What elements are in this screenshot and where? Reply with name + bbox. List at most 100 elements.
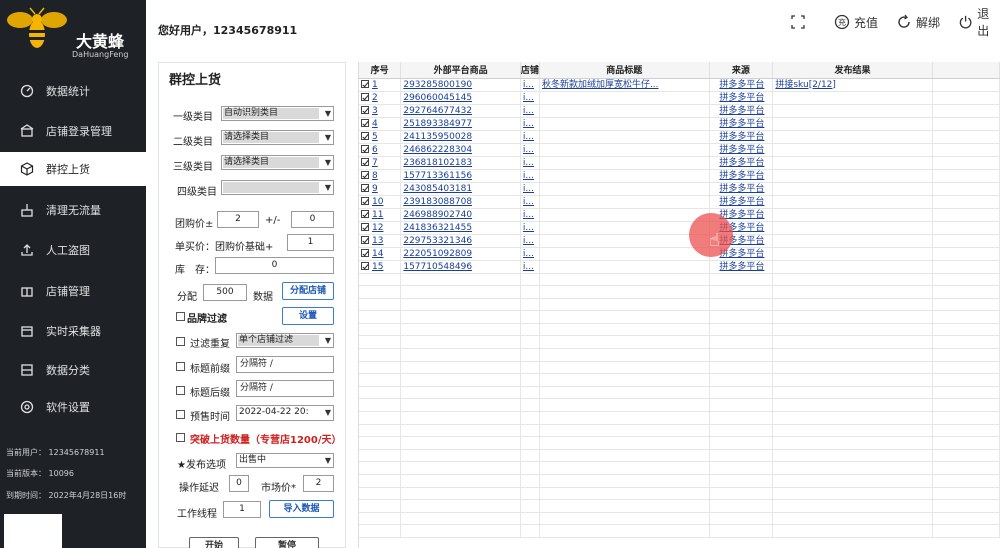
title-prefix-input[interactable]: 分隔符 / (236, 356, 334, 373)
row-select-cell[interactable]: 6 (359, 143, 402, 157)
row-checkbox[interactable] (361, 145, 369, 153)
unbind-button[interactable]: 解绑 (896, 12, 940, 32)
row-checkbox[interactable] (361, 184, 369, 192)
brand-filter-checkbox[interactable] (176, 312, 185, 321)
sidebar-item-group-upload[interactable]: 群控上货 (0, 152, 146, 186)
title-suffix-input[interactable]: 分隔符 / (236, 380, 334, 397)
col-header-result[interactable]: 发布结果 (772, 62, 933, 79)
row-select-cell[interactable]: 11 (359, 208, 402, 222)
upload-settings-panel: 群控上货 一级类目 自动识别类目 ▼ 二级类目 请选择类目 ▼ 三级类目 请选择类目… (158, 62, 346, 548)
table-row[interactable]: 15 157710548496 i... 拼多多平台 (359, 260, 1000, 274)
allot-store-button[interactable]: 分配店铺 (282, 282, 334, 300)
row-checkbox[interactable] (361, 197, 369, 205)
single-price-label: 单买价：团购价基础+ (175, 242, 274, 253)
dedup-select[interactable]: 单个店铺过滤 ▼ (236, 333, 334, 348)
empty-cell (709, 474, 774, 488)
dedup-checkbox[interactable] (176, 337, 185, 346)
sidebar-item-data-category[interactable]: 数据分类 (0, 353, 146, 387)
title-prefix-checkbox[interactable] (176, 362, 185, 371)
table-row[interactable]: 4 251893384977 i... 拼多多平台 (359, 117, 1000, 131)
sidebar-item-clean-no-traffic[interactable]: 清理无流量 (0, 193, 146, 227)
stock-input[interactable]: 0 (215, 257, 334, 274)
row-select-cell[interactable]: 1 (359, 78, 402, 92)
cat4-select[interactable]: ▼ (221, 180, 334, 195)
empty-cell (520, 449, 540, 463)
break-limit-checkbox[interactable] (176, 433, 185, 442)
cell-source: 拼多多平台 (709, 143, 774, 157)
recharge-button[interactable]: 充 充值 (834, 12, 878, 32)
logout-button[interactable]: 退出 (958, 7, 1000, 38)
table-row[interactable]: 3 292764677432 i... 拼多多平台 (359, 104, 1000, 118)
table-row[interactable]: 12 241836321455 i... 拼多多平台 (359, 221, 1000, 235)
row-select-cell[interactable]: 4 (359, 117, 402, 131)
row-checkbox[interactable] (361, 262, 369, 270)
sidebar-item-data-stats[interactable]: 数据统计 (0, 74, 146, 108)
presale-checkbox[interactable] (176, 410, 185, 419)
row-select-cell[interactable]: 2 (359, 91, 402, 105)
plusminus-input[interactable]: 0 (291, 211, 334, 228)
row-select-cell[interactable]: 3 (359, 104, 402, 118)
single-price-input[interactable]: 1 (287, 234, 334, 251)
table-row[interactable]: 5 241135950028 i... 拼多多平台 (359, 130, 1000, 144)
cat1-select[interactable]: 自动识别类目 ▼ (221, 106, 334, 121)
row-select-cell[interactable]: 10 (359, 195, 402, 209)
row-checkbox[interactable] (361, 93, 369, 101)
delay-input[interactable]: 0 (229, 475, 249, 492)
empty-cell (400, 449, 521, 463)
pause-button[interactable]: 暂停 (255, 537, 319, 548)
col-header-external-id[interactable]: 外部平台商品 (400, 62, 521, 79)
table-row[interactable]: 11 246988902740 i... 拼多多平台 (359, 208, 1000, 222)
empty-cell (709, 524, 774, 538)
row-select-cell[interactable]: 5 (359, 130, 402, 144)
row-select-cell[interactable]: 8 (359, 169, 402, 183)
table-row[interactable]: 13 229753321346 i... 拼多多平台 (359, 234, 1000, 248)
table-row[interactable]: 8 157713361156 i... 拼多多平台 (359, 169, 1000, 183)
group-price-input[interactable]: 2 (217, 211, 259, 228)
title-suffix-checkbox[interactable] (176, 386, 185, 395)
import-data-button[interactable]: 导入数据 (269, 500, 334, 518)
row-select-cell[interactable]: 15 (359, 260, 402, 274)
table-row[interactable]: 6 246862228304 i... 拼多多平台 (359, 143, 1000, 157)
cat2-select[interactable]: 请选择类目 ▼ (221, 130, 334, 145)
row-checkbox[interactable] (361, 223, 369, 231)
sidebar-item-software-settings[interactable]: 软件设置 (0, 390, 146, 424)
table-row[interactable]: 2 296060045145 i... 拼多多平台 (359, 91, 1000, 105)
allot-input[interactable]: 500 (203, 284, 247, 301)
brand-settings-button[interactable]: 设置 (282, 307, 334, 325)
row-select-cell[interactable]: 14 (359, 247, 402, 261)
row-checkbox[interactable] (361, 106, 369, 114)
row-checkbox[interactable] (361, 132, 369, 140)
row-checkbox[interactable] (361, 210, 369, 218)
row-checkbox[interactable] (361, 80, 369, 88)
sidebar-item-manual-image[interactable]: 人工盗图 (0, 233, 146, 267)
table-row[interactable]: 14 222051092809 i... 拼多多平台 (359, 247, 1000, 261)
table-row[interactable]: 7 236818102183 i... 拼多多平台 (359, 156, 1000, 170)
start-button[interactable]: 开始 (189, 537, 239, 548)
row-checkbox[interactable] (361, 158, 369, 166)
col-header-shop[interactable]: 店铺 (520, 62, 540, 79)
sidebar-item-store-login[interactable]: 店铺登录管理 (0, 114, 146, 148)
row-checkbox[interactable] (361, 171, 369, 179)
row-select-cell[interactable]: 13 (359, 234, 402, 248)
cat3-select[interactable]: 请选择类目 ▼ (221, 155, 334, 170)
row-checkbox[interactable] (361, 119, 369, 127)
market-price-input[interactable]: 2 (303, 475, 334, 492)
fullscreen-button[interactable] (790, 12, 810, 32)
row-checkbox[interactable] (361, 249, 369, 257)
publish-option-select[interactable]: 出售中 ▼ (236, 453, 334, 468)
sidebar-item-realtime-collector[interactable]: 实时采集器 (0, 314, 146, 348)
col-header-title[interactable]: 商品标题 (539, 62, 710, 79)
presale-datetime-picker[interactable]: 2022-04-22 20: ▼ (236, 405, 334, 421)
table-row[interactable]: 10 239183088708 i... 拼多多平台 (359, 195, 1000, 209)
table-row[interactable]: 1 293285800190 i... 秋冬新款加绒加厚宽松牛仔... 拼多多平台 拼接s… (359, 78, 1000, 92)
col-header-source[interactable]: 来源 (709, 62, 774, 79)
row-select-cell[interactable]: 12 (359, 221, 402, 235)
sidebar-item-store-manage[interactable]: 店铺管理 (0, 274, 146, 308)
row-select-cell[interactable]: 7 (359, 156, 402, 170)
threads-input[interactable]: 1 (223, 501, 261, 518)
empty-cell (520, 361, 540, 375)
col-header-no[interactable]: 序号 (359, 62, 402, 79)
table-row[interactable]: 9 243085403181 i... 拼多多平台 (359, 182, 1000, 196)
row-checkbox[interactable] (361, 236, 369, 244)
row-select-cell[interactable]: 9 (359, 182, 402, 196)
